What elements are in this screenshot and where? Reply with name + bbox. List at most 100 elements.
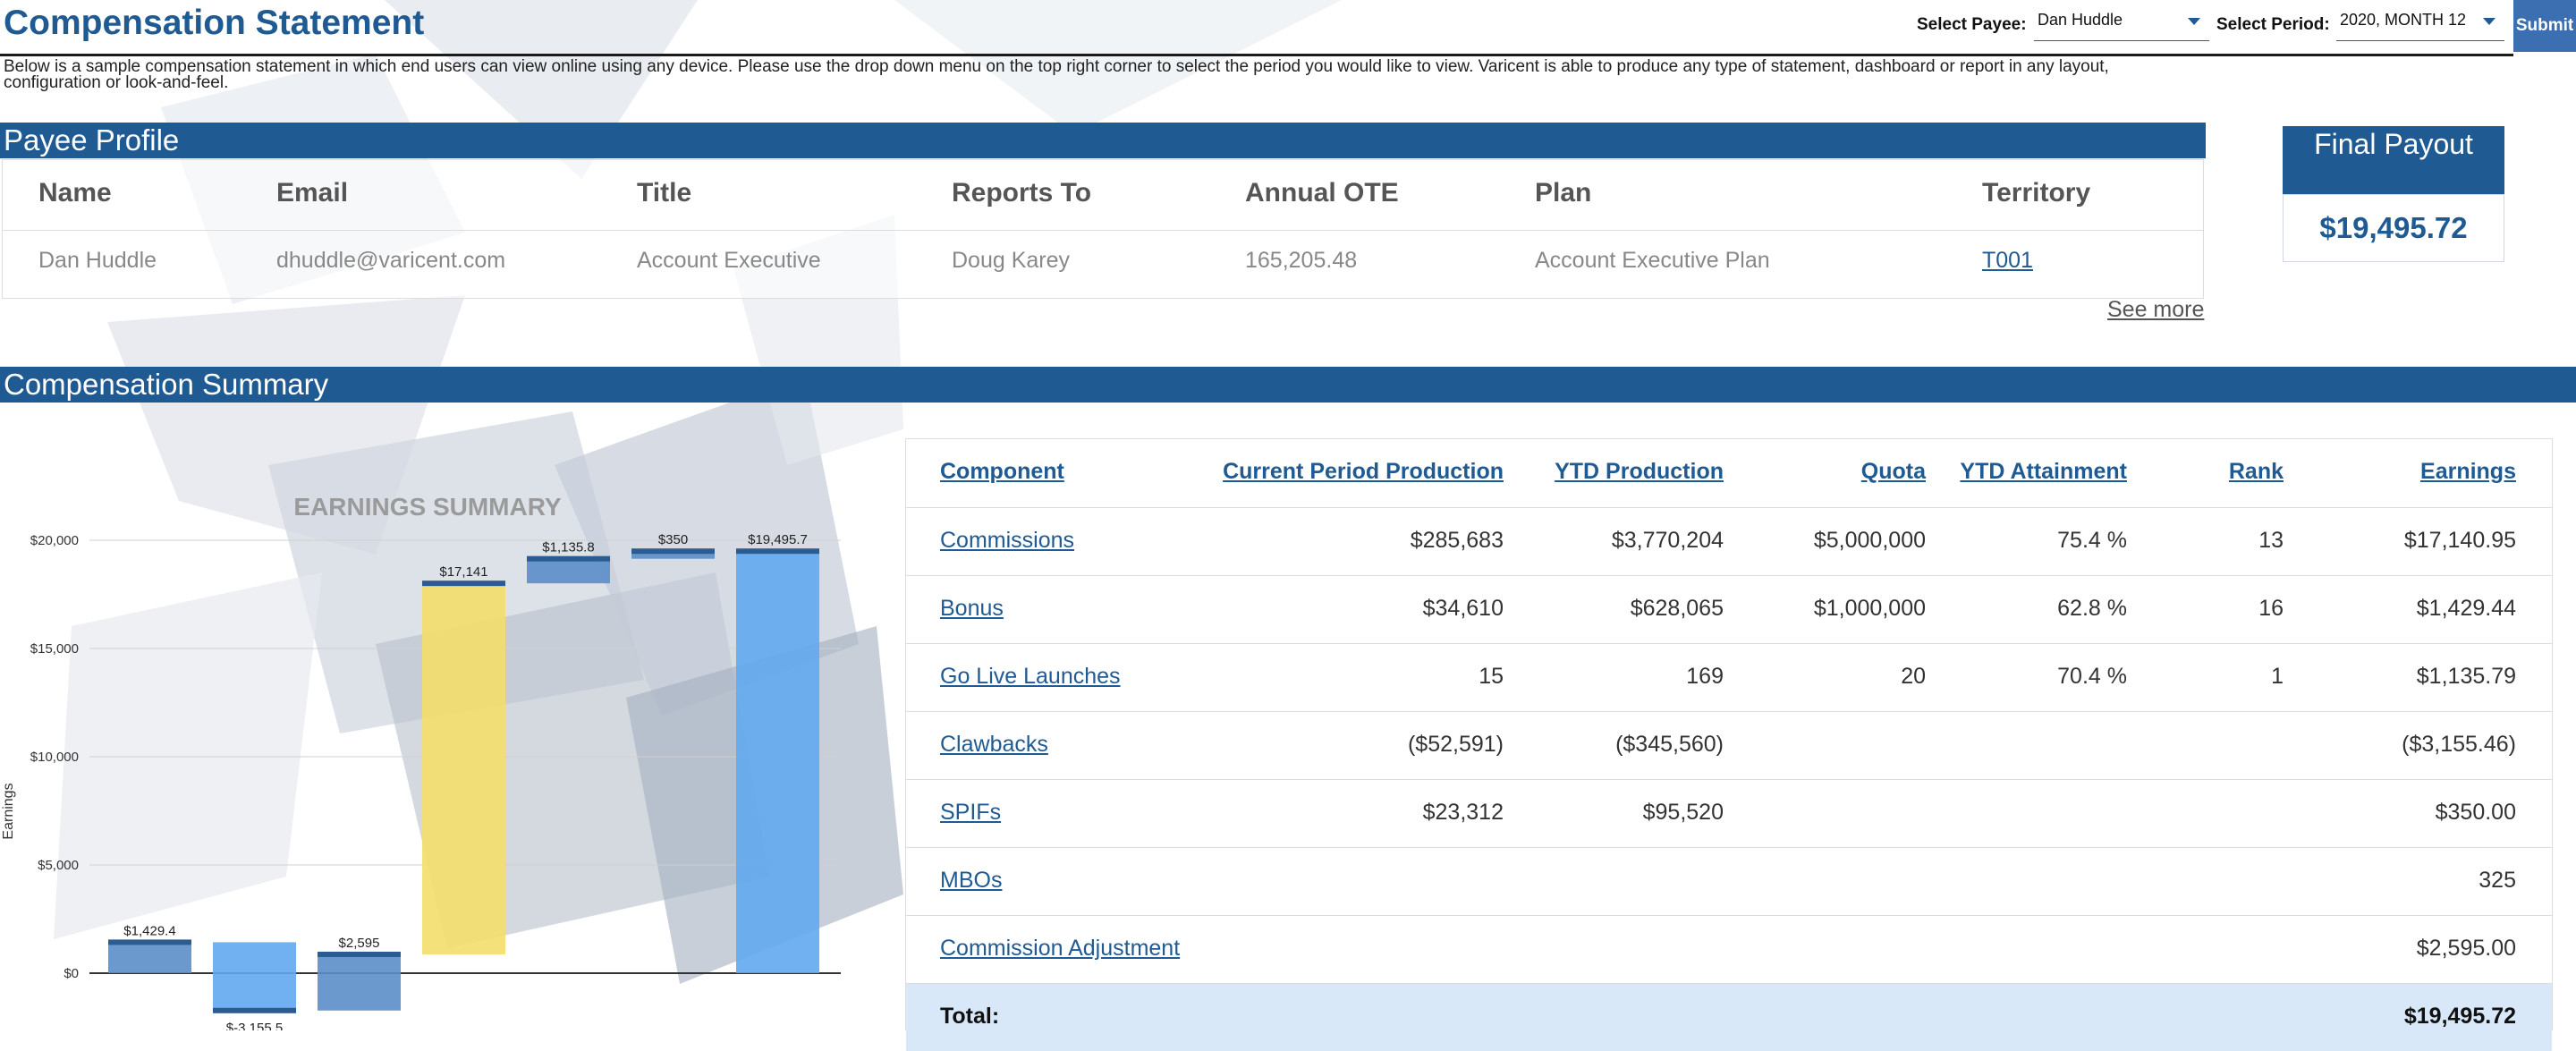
total-label: Total: (940, 1004, 1000, 1029)
page-title: Compensation Statement (4, 4, 425, 42)
component-link[interactable]: Bonus (940, 596, 1004, 622)
cell-current-period: ($52,591) (1407, 732, 1504, 757)
table-row: Commissions $285,683 $3,770,204 $5,000,000 7… (906, 507, 2552, 575)
col-rank[interactable]: Rank (2229, 459, 2284, 485)
y-tick-label: $5,000 (38, 858, 79, 873)
profile-col-title: Title (637, 178, 692, 208)
component-link[interactable]: Commission Adjustment (940, 936, 1180, 962)
data-label: $1,135.8 (542, 540, 594, 555)
chart-bar-cap (213, 1007, 296, 1013)
col-component[interactable]: Component (940, 459, 1064, 485)
cell-ytd-production: 169 (1686, 664, 1724, 689)
chart-bar-cap (108, 939, 191, 945)
cell-current-period: 15 (1479, 664, 1504, 689)
chart-bar (422, 583, 505, 954)
cell-current-period: $23,312 (1422, 800, 1504, 825)
data-label: $17,141 (439, 564, 487, 580)
chart-bar (108, 942, 191, 973)
territory-link[interactable]: T001 (1982, 248, 2033, 274)
table-row: Commission Adjustment $2,595.00 (906, 915, 2552, 983)
see-more-link[interactable]: See more (2107, 297, 2204, 323)
profile-email: dhuddle@varicent.com (276, 248, 506, 273)
profile-annual-ote: 165,205.48 (1245, 248, 1358, 273)
period-select[interactable]: 2020, MONTH 12 (2336, 5, 2504, 41)
cell-earnings: 325 (2479, 868, 2516, 893)
cell-quota: $1,000,000 (1813, 596, 1926, 621)
profile-col-annual-ote: Annual OTE (1245, 178, 1399, 208)
cell-current-period: $285,683 (1410, 528, 1504, 553)
cell-earnings: $1,135.79 (2416, 664, 2516, 689)
chevron-down-icon (2483, 18, 2496, 25)
payee-select-value: Dan Huddle (2038, 11, 2123, 29)
col-earnings[interactable]: Earnings (2420, 459, 2516, 485)
profile-row-divider (3, 230, 2203, 231)
table-row: MBOs 325 (906, 847, 2552, 915)
table-row: Bonus $34,610 $628,065 $1,000,000 62.8 % 16 $1… (906, 575, 2552, 643)
total-value: $19,495.72 (2403, 1004, 2516, 1029)
chevron-down-icon (2188, 18, 2200, 25)
compensation-summary-header: Compensation Summary (0, 367, 2576, 403)
payee-profile-header: Payee Profile (0, 123, 2206, 158)
col-ytd-attainment[interactable]: YTD Attainment (1960, 459, 2127, 485)
component-link[interactable]: SPIFs (940, 800, 1001, 826)
cell-ytd-attainment: 75.4 % (2057, 528, 2127, 553)
y-axis-label: Earnings (1, 783, 16, 839)
profile-col-reports-to: Reports To (952, 178, 1092, 208)
cell-earnings: $17,140.95 (2403, 528, 2516, 553)
col-current-period-production[interactable]: Current Period Production (1223, 459, 1504, 485)
cell-earnings: $2,595.00 (2416, 936, 2516, 961)
cell-rank: 1 (2271, 664, 2284, 689)
profile-col-name: Name (38, 178, 112, 208)
data-label: $19,495.7 (748, 532, 808, 547)
payee-select-label: Select Payee: (1917, 15, 2027, 34)
profile-col-email: Email (276, 178, 349, 208)
payee-select[interactable]: Dan Huddle (2034, 5, 2209, 41)
profile-col-plan: Plan (1535, 178, 1592, 208)
header-divider (0, 54, 2513, 56)
cell-earnings: ($3,155.46) (2402, 732, 2516, 757)
table-row: SPIFs $23,312 $95,520 $350.00 (906, 779, 2552, 847)
cell-rank: 16 (2258, 596, 2284, 621)
cell-quota: 20 (1901, 664, 1926, 689)
profile-reports-to: Doug Karey (952, 248, 1071, 273)
cell-current-period: $34,610 (1422, 596, 1504, 621)
component-link[interactable]: Go Live Launches (940, 664, 1121, 690)
compensation-table: Component Current Period Production YTD … (905, 438, 2553, 1051)
table-row: Go Live Launches 15 169 20 70.4 % 1 $1,135.79 (906, 643, 2552, 711)
col-quota[interactable]: Quota (1861, 459, 1926, 485)
col-ytd-production[interactable]: YTD Production (1555, 459, 1724, 485)
table-row: Clawbacks ($52,591) ($345,560) ($3,155.46) (906, 711, 2552, 779)
cell-ytd-production: $95,520 (1642, 800, 1724, 825)
final-payout-amount: $19,495.72 (2283, 194, 2504, 262)
total-row: Total: $19,495.72 (906, 983, 2552, 1051)
submit-button[interactable]: Submit (2513, 0, 2576, 52)
cell-ytd-production: $628,065 (1630, 596, 1724, 621)
chart-bar-cap (527, 555, 610, 562)
chart-bar-cap (318, 951, 401, 957)
y-tick-label: $20,000 (30, 533, 79, 548)
profile-title: Account Executive (637, 248, 821, 273)
component-link[interactable]: MBOs (940, 868, 1002, 894)
final-payout-card: Final Payout $19,495.72 (2283, 126, 2504, 262)
chart-bar-cap (736, 548, 819, 555)
payee-profile-table: Name Email Title Reports To Annual OTE P… (2, 159, 2204, 299)
component-link[interactable]: Commissions (940, 528, 1074, 554)
cell-ytd-attainment: 70.4 % (2057, 664, 2127, 689)
data-label: $1,429.4 (123, 923, 175, 938)
component-link[interactable]: Clawbacks (940, 732, 1048, 758)
cell-ytd-production: $3,770,204 (1611, 528, 1724, 553)
final-payout-title: Final Payout (2283, 126, 2504, 194)
cell-ytd-attainment: 62.8 % (2057, 596, 2127, 621)
period-select-label: Select Period: (2216, 15, 2330, 34)
earnings-summary-chart: EARNINGS SUMMARY Earnings $0 $5,000 $10,000 $… (1, 493, 841, 1030)
data-label: $350 (658, 532, 688, 547)
cell-rank: 13 (2258, 528, 2284, 553)
data-label: $-3,155.5 (226, 1021, 283, 1030)
profile-col-territory: Territory (1982, 178, 2091, 208)
cell-earnings: $350.00 (2435, 800, 2516, 825)
cell-ytd-production: ($345,560) (1615, 732, 1724, 757)
chart-bar (736, 551, 819, 973)
profile-name: Dan Huddle (38, 248, 157, 273)
chart-bar-cap (631, 548, 715, 555)
cell-quota: $5,000,000 (1813, 528, 1926, 553)
